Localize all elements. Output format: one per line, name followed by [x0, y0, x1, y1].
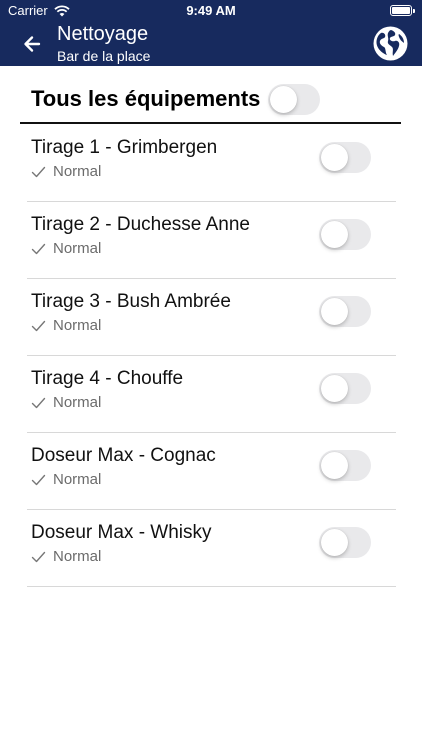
equipment-toggle[interactable] [319, 219, 371, 250]
globe-button[interactable] [372, 25, 409, 62]
equipment-toggle[interactable] [319, 527, 371, 558]
toggle-knob [321, 144, 348, 171]
equipment-status: Normal [31, 548, 101, 565]
equipment-status: Normal [31, 394, 101, 411]
all-equipment-toggle[interactable] [268, 84, 320, 115]
status-label: Normal [53, 240, 102, 257]
status-label: Normal [53, 394, 102, 411]
equipment-name: Tirage 2 - Duchesse Anne [31, 214, 250, 235]
status-label: Normal [53, 548, 102, 565]
status-bar: Carrier 9:49 AM [0, 0, 422, 22]
toggle-knob [321, 529, 348, 556]
check-icon [31, 166, 46, 177]
check-icon [31, 474, 46, 485]
all-equipment-row: Tous les équipements [20, 66, 401, 124]
list-item: Doseur Max - Cognac Normal [27, 433, 396, 510]
equipment-toggle[interactable] [319, 450, 371, 481]
equipment-status: Normal [31, 317, 101, 334]
equipment-status: Normal [31, 163, 101, 180]
equipment-toggle[interactable] [319, 142, 371, 173]
status-label: Normal [53, 471, 102, 488]
toggle-knob [321, 298, 348, 325]
equipment-name: Tirage 1 - Grimbergen [31, 137, 218, 158]
toggle-knob [321, 221, 348, 248]
equipment-status: Normal [31, 471, 101, 488]
check-icon [31, 551, 46, 562]
arrow-left-icon [24, 36, 41, 52]
status-label: Normal [53, 163, 102, 180]
toggle-knob [321, 452, 348, 479]
all-equipment-label: Tous les équipements [31, 86, 261, 111]
navigation-bar: Nettoyage Bar de la place [0, 22, 422, 66]
equipment-name: Doseur Max - Cognac [31, 445, 216, 466]
equipment-name: Doseur Max - Whisky [31, 522, 212, 543]
status-time: 9:49 AM [186, 3, 236, 18]
equipment-name: Tirage 4 - Chouffe [31, 368, 184, 389]
equipment-status: Normal [31, 240, 101, 257]
battery-icon [390, 5, 415, 16]
list-item: Tirage 4 - Chouffe Normal [27, 356, 396, 433]
equipment-toggle[interactable] [319, 373, 371, 404]
list-item: Tirage 1 - Grimbergen Normal [27, 125, 396, 202]
check-icon [31, 397, 46, 408]
list-item: Doseur Max - Whisky Normal [27, 510, 396, 587]
page-title: Nettoyage [57, 23, 149, 45]
globe-icon [373, 26, 408, 61]
toggle-knob [321, 375, 348, 402]
list-item: Tirage 3 - Bush Ambrée Normal [27, 279, 396, 356]
toggle-knob [270, 86, 297, 113]
page-subtitle: Bar de la place [57, 48, 151, 64]
check-icon [31, 320, 46, 331]
check-icon [31, 243, 46, 254]
status-label: Normal [53, 317, 102, 334]
list-item: Tirage 2 - Duchesse Anne Normal [27, 202, 396, 279]
equipment-list: Tirage 1 - Grimbergen Normal Tirage 2 - … [27, 125, 396, 587]
back-button[interactable] [18, 30, 46, 58]
equipment-toggle[interactable] [319, 296, 371, 327]
equipment-name: Tirage 3 - Bush Ambrée [31, 291, 231, 312]
